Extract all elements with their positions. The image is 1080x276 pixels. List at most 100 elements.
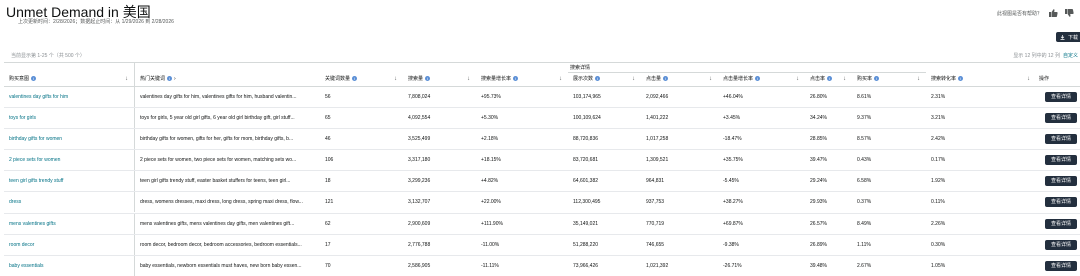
cell-add-to-cart: 0.43% (857, 157, 872, 164)
cell-click-growth: +38.27% (723, 199, 743, 206)
cell-keyword[interactable]: valentines day gifts for him (4, 87, 134, 107)
cell-count: 56 (325, 94, 331, 100)
info-icon[interactable]: i (755, 76, 761, 81)
info-icon[interactable]: i (352, 76, 358, 81)
sort-icon[interactable]: ↓ (467, 76, 470, 82)
info-icon[interactable]: i (595, 76, 601, 81)
cell-search-volume: 3,299,236 (408, 178, 431, 185)
cell-impressions: 35,149,021 (573, 220, 599, 227)
cell-keyword[interactable]: baby essentials (4, 256, 134, 276)
cell-search-growth: -11.00% (481, 241, 500, 248)
view-details-button[interactable]: 查看详情 (1045, 218, 1077, 229)
last-updated-subtitle: 上次更新时间：2/28/2026；数据起止时间：从 1/29/2026 到 2/… (18, 19, 174, 25)
cell-ctr: 26.80% (810, 94, 827, 100)
sort-icon[interactable]: ↓ (1027, 76, 1030, 82)
table-row: toys for girls toys for girls, 5 year old… (4, 108, 1080, 130)
col-ctr[interactable]: 点击率 i ↓ (805, 63, 852, 87)
col-search-volume[interactable]: 搜索量 i ↓ (403, 63, 476, 87)
sort-icon[interactable]: ↓ (796, 76, 799, 82)
view-details-button[interactable]: 查看详情 (1045, 176, 1077, 187)
column-count-text: 显示 12 列中的 12 列 (1013, 53, 1060, 59)
sort-icon[interactable]: ↓ (917, 76, 920, 82)
cell-conversion: 1.92% (931, 178, 946, 185)
col-impressions[interactable]: 展示次数 i ↓ (568, 63, 641, 87)
cell-clicks: 746,655 (646, 241, 665, 248)
cell-keyword[interactable]: mens valentines gifts (4, 214, 134, 234)
col-action: 操作 (1036, 63, 1080, 87)
table-header: 搜索详情 购买意图 i ↓ 热门关键词 i › 关键词数量 i ↓ 搜索量 i ↓ 搜索量… (4, 62, 1080, 87)
cell-related: 2 piece sets for women, two piece sets f… (134, 150, 320, 171)
view-details-button[interactable]: 查看详情 (1045, 113, 1077, 124)
cell-conversion: 2.26% (931, 220, 946, 227)
cell-search-volume: 3,132,707 (408, 199, 431, 206)
thumbs-down-icon[interactable] (1064, 9, 1074, 17)
cell-related: birthday gifts for women, gifts for her,… (134, 129, 320, 150)
col-conversion[interactable]: 搜索转化率 i ↓ (926, 63, 1036, 87)
info-icon[interactable]: i (513, 76, 519, 81)
view-details-button[interactable]: 查看详情 (1045, 197, 1077, 208)
col-related[interactable]: 热门关键词 i › (134, 63, 320, 87)
customize-columns-link[interactable]: 自定义 (1063, 52, 1078, 59)
view-details-button[interactable]: 查看详情 (1045, 134, 1077, 145)
cell-conversion: 0.30% (931, 241, 946, 248)
cell-keyword[interactable]: birthday gifts for women (4, 129, 134, 149)
col-related-label: 热门关键词 (140, 76, 166, 82)
info-icon[interactable]: i (958, 76, 964, 81)
cell-related: dress, womens dresses, maxi dress, long … (134, 192, 320, 213)
col-count[interactable]: 关键词数量 i ↓ (320, 63, 403, 87)
sort-icon[interactable]: ↓ (394, 76, 397, 82)
col-conversion-label: 搜索转化率 (931, 76, 957, 82)
info-icon[interactable]: i (425, 76, 431, 81)
sort-icon[interactable]: ↓ (843, 76, 846, 82)
cell-add-to-cart: 8.57% (857, 136, 872, 143)
cell-impressions: 112,300,495 (573, 199, 601, 206)
cell-keyword[interactable]: teen girl gifts trendy stuff (4, 171, 134, 191)
info-icon[interactable]: i (874, 76, 880, 81)
cell-ctr: 34.24% (810, 115, 827, 122)
cell-keyword[interactable]: toys for girls (4, 108, 134, 128)
cell-keyword[interactable]: room decor (4, 235, 134, 255)
table-row: valentines day gifts for him valentines d… (4, 87, 1080, 109)
cell-clicks: 770,719 (646, 220, 665, 227)
sort-icon[interactable]: ↓ (559, 76, 562, 82)
col-click-growth[interactable]: 点击量增长率 i ↓ (718, 63, 805, 87)
thumbs-up-icon[interactable] (1048, 9, 1058, 17)
cell-click-growth: -5.45% (723, 178, 739, 185)
info-icon[interactable]: i (31, 76, 37, 81)
cell-impressions: 64,601,382 (573, 178, 599, 185)
cell-impressions: 100,109,624 (573, 115, 601, 122)
col-add-to-cart[interactable]: 购买率 i ↓ (852, 63, 926, 87)
download-button[interactable]: 下载 (1056, 32, 1080, 42)
cell-search-growth: +22.00% (481, 199, 501, 206)
cell-conversion: 3.21% (931, 115, 946, 122)
cell-conversion: 2.31% (931, 94, 946, 100)
column-count: 显示 12 列中的 12 列 自定义 (1013, 52, 1078, 59)
view-details-button[interactable]: 查看详情 (1045, 260, 1077, 271)
cell-keyword[interactable]: dress (4, 192, 134, 212)
table-row: teen girl gifts trendy stuff teen girl gi… (4, 171, 1080, 193)
cell-add-to-cart: 1.11% (857, 241, 871, 248)
col-clicks[interactable]: 点击量 i ↓ (641, 63, 718, 87)
info-icon[interactable]: i (167, 76, 173, 81)
col-keyword[interactable]: 购买意图 i ↓ (4, 63, 134, 87)
cell-clicks: 1,401,222 (646, 115, 669, 122)
cell-count: 65 (325, 115, 331, 122)
col-search-growth[interactable]: 搜索量增长率 i ↓ (476, 63, 568, 87)
view-details-button[interactable]: 查看详情 (1045, 155, 1077, 166)
cell-keyword[interactable]: 2 piece sets for women (4, 150, 134, 170)
info-icon[interactable]: i (663, 76, 669, 81)
cell-impressions: 73,966,426 (573, 262, 599, 269)
view-details-button[interactable]: 查看详情 (1045, 239, 1077, 250)
cell-add-to-cart: 0.37% (857, 199, 872, 206)
cell-clicks: 964,831 (646, 178, 665, 185)
cell-search-volume: 2,586,905 (408, 262, 431, 269)
cell-clicks: 1,017,258 (646, 136, 669, 143)
cell-ctr: 26.57% (810, 220, 827, 227)
sort-icon[interactable]: ↓ (709, 76, 712, 82)
view-details-button[interactable]: 查看详情 (1045, 92, 1077, 102)
info-icon[interactable]: i (827, 76, 833, 81)
sort-icon[interactable]: ↓ (125, 76, 128, 82)
sort-icon[interactable]: ↓ (632, 76, 635, 82)
cell-add-to-cart: 8.49% (857, 220, 872, 227)
cell-search-growth: -11.11% (481, 262, 499, 269)
